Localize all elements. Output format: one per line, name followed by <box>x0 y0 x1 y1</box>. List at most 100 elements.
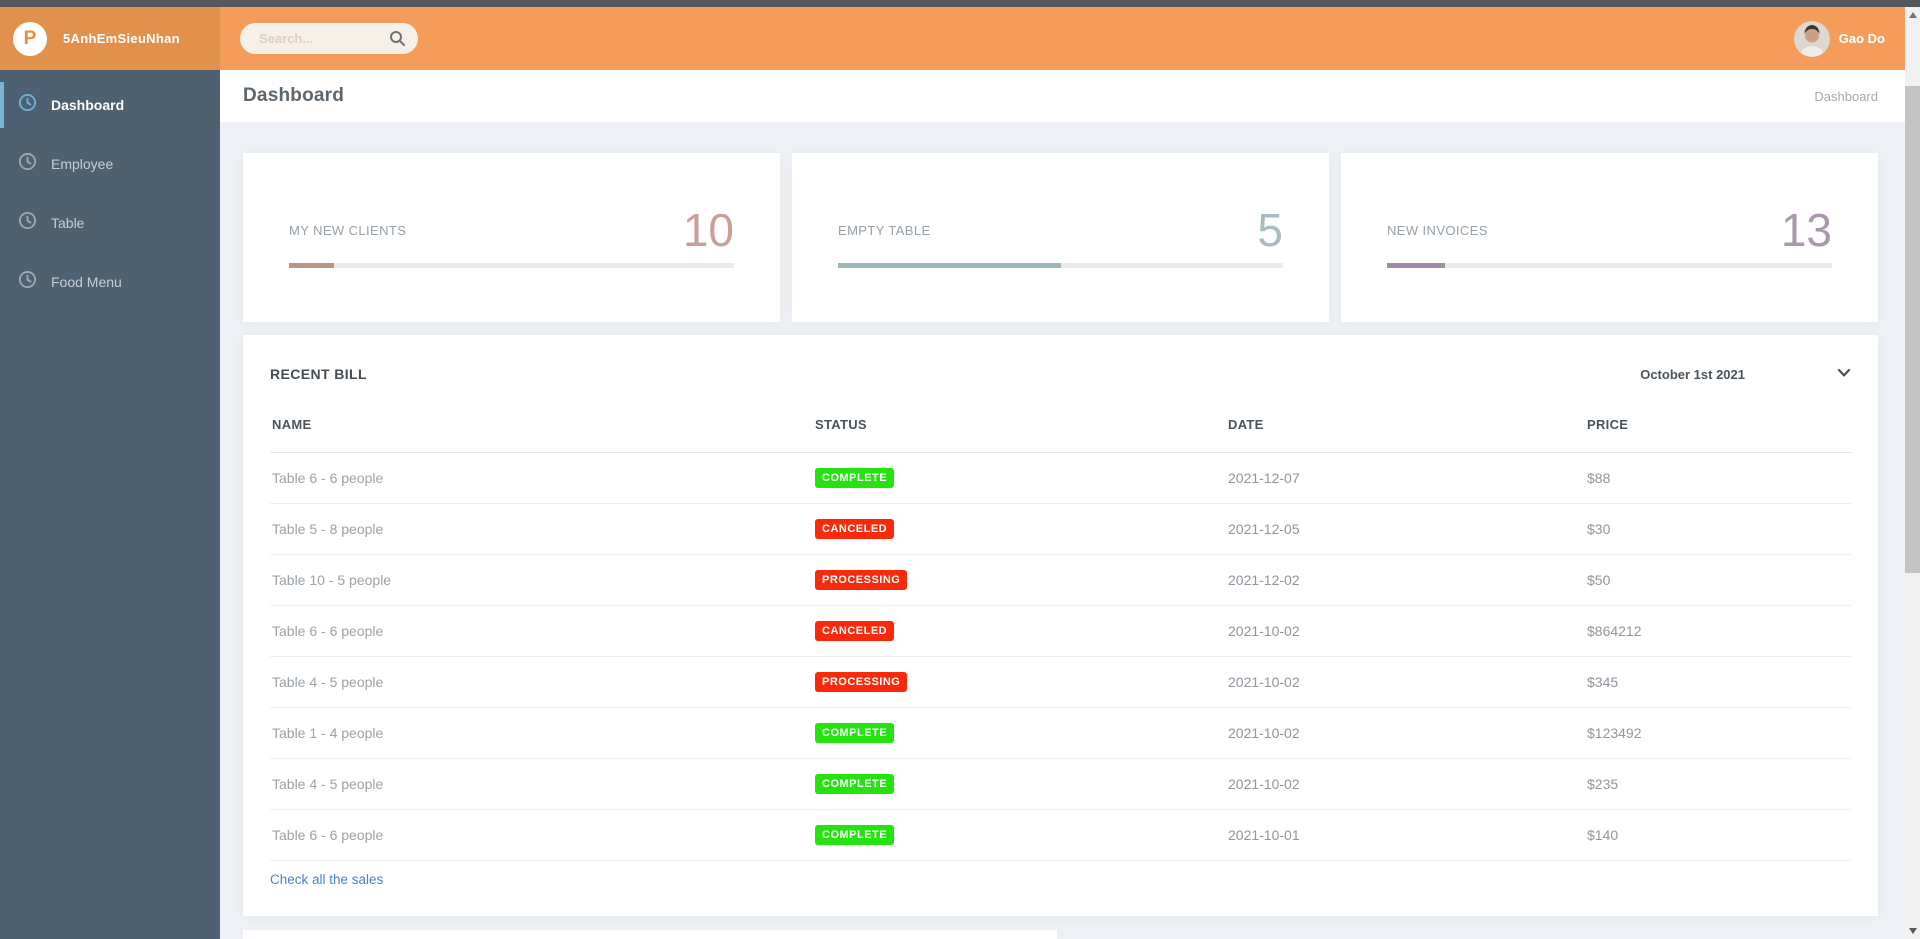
stat-progress-fill <box>1387 263 1445 268</box>
brand-block[interactable]: P 5AnhEmSieuNhan <box>0 7 220 70</box>
status-badge: COMPLETE <box>815 723 895 743</box>
brand-name: 5AnhEmSieuNhan <box>63 31 180 46</box>
bill-price: $864212 <box>1587 623 1642 639</box>
clock-icon <box>18 152 37 176</box>
table-row[interactable]: Table 6 - 6 people COMPLETE 2021-10-01 $… <box>270 810 1851 861</box>
status-badge: COMPLETE <box>815 468 895 488</box>
main-area: Dashboard Dashboard MY NEW CLIENTS 10 EM… <box>220 70 1905 939</box>
bill-date: 2021-10-02 <box>1228 776 1300 792</box>
stat-card: EMPTY TABLE 5 <box>792 153 1329 322</box>
stat-label: EMPTY TABLE <box>838 222 931 238</box>
sidebar-item-label: Dashboard <box>51 97 125 113</box>
status-badge: COMPLETE <box>815 825 895 845</box>
sidebar-item-table[interactable]: Table <box>0 200 220 246</box>
scroll-down-arrow-icon[interactable] <box>1905 923 1920 939</box>
bill-date: 2021-10-02 <box>1228 725 1300 741</box>
table-row[interactable]: Table 6 - 6 people COMPLETE 2021-12-07 $… <box>270 453 1851 504</box>
bill-table-body: Table 6 - 6 people COMPLETE 2021-12-07 $… <box>270 453 1851 861</box>
date-filter-dropdown[interactable]: October 1st 2021 <box>1640 365 1851 383</box>
recent-bill-title: RECENT BILL <box>270 366 367 382</box>
stat-progress-fill <box>838 263 1061 268</box>
stat-card-top: NEW INVOICES 13 <box>1387 207 1832 253</box>
bill-name: Table 4 - 5 people <box>272 674 384 690</box>
bill-name: Table 6 - 6 people <box>272 827 384 843</box>
bill-price: $345 <box>1587 674 1619 690</box>
breadcrumb[interactable]: Dashboard <box>1814 89 1878 104</box>
recent-bill-panel: RECENT BILL October 1st 2021 NAME STATUS… <box>243 335 1878 916</box>
sidebar-item-employee[interactable]: Employee <box>0 141 220 187</box>
topbar: Gao Do <box>220 7 1905 70</box>
page-title: Dashboard <box>243 85 345 106</box>
bill-price: $30 <box>1587 521 1611 537</box>
bill-date: 2021-10-02 <box>1228 623 1300 639</box>
stat-value: 13 <box>1780 204 1832 256</box>
table-row[interactable]: Table 4 - 5 people PROCESSING 2021-10-02… <box>270 657 1851 708</box>
sidebar-item-food-menu[interactable]: Food Menu <box>0 259 220 305</box>
bill-name: Table 5 - 8 people <box>272 521 384 537</box>
stat-value: 5 <box>1257 204 1283 256</box>
bill-date: 2021-12-02 <box>1228 572 1300 588</box>
sidebar-item-label: Table <box>51 215 85 231</box>
sidebar-item-dashboard[interactable]: Dashboard <box>0 82 220 128</box>
stat-card-top: MY NEW CLIENTS 10 <box>289 207 734 253</box>
stat-cards-row: MY NEW CLIENTS 10 EMPTY TABLE 5 NEW INVO… <box>243 153 1878 322</box>
table-row[interactable]: Table 5 - 8 people CANCELED 2021-12-05 $… <box>270 504 1851 555</box>
user-name: Gao Do <box>1838 31 1885 46</box>
col-header-status: STATUS <box>815 417 867 432</box>
clock-icon <box>18 270 37 294</box>
stat-card: MY NEW CLIENTS 10 <box>243 153 780 322</box>
col-header-date: DATE <box>1228 417 1264 432</box>
bill-date: 2021-10-01 <box>1228 827 1300 843</box>
bill-name: Table 6 - 6 people <box>272 470 384 486</box>
bill-name: Table 1 - 4 people <box>272 725 384 741</box>
app-logo: P <box>13 21 47 56</box>
user-menu[interactable]: Gao Do <box>1793 20 1885 57</box>
status-badge: CANCELED <box>815 621 895 641</box>
bill-date: 2021-12-05 <box>1228 521 1300 537</box>
search-icon[interactable] <box>389 30 406 52</box>
stat-progress-track <box>289 263 734 268</box>
bill-table: NAME STATUS DATE PRICE Table 6 - 6 peopl… <box>270 397 1851 861</box>
bill-name: Table 10 - 5 people <box>272 572 392 588</box>
date-filter-value: October 1st 2021 <box>1640 366 1745 382</box>
status-badge: PROCESSING <box>815 672 908 692</box>
search-box <box>240 23 418 54</box>
status-badge: CANCELED <box>815 519 895 539</box>
stat-card-top: EMPTY TABLE 5 <box>838 207 1283 253</box>
app-header: P 5AnhEmSieuNhan Search... Gao Do <box>0 7 1905 70</box>
sidebar-nav: Dashboard Employee Table Food Menu <box>0 70 220 939</box>
bill-price: $140 <box>1587 827 1619 843</box>
stat-card: NEW INVOICES 13 <box>1341 153 1878 322</box>
clock-icon <box>18 211 37 235</box>
sidebar-item-label: Food Menu <box>51 274 122 290</box>
page-scrollbar[interactable] <box>1905 7 1920 939</box>
table-row[interactable]: Table 1 - 4 people COMPLETE 2021-10-02 $… <box>270 708 1851 759</box>
next-panel-partial <box>243 930 1057 939</box>
bill-price: $235 <box>1587 776 1619 792</box>
status-badge: PROCESSING <box>815 570 908 590</box>
stat-progress-track <box>838 263 1283 268</box>
bill-date: 2021-12-07 <box>1228 470 1300 486</box>
col-header-name: NAME <box>272 417 312 432</box>
stat-progress-track <box>1387 263 1832 268</box>
table-row[interactable]: Table 4 - 5 people COMPLETE 2021-10-02 $… <box>270 759 1851 810</box>
clock-icon <box>18 93 37 117</box>
recent-bill-header: RECENT BILL October 1st 2021 <box>243 335 1878 383</box>
scroll-up-arrow-icon[interactable] <box>1905 7 1920 23</box>
bill-name: Table 6 - 6 people <box>272 623 384 639</box>
bill-price: $50 <box>1587 572 1611 588</box>
status-badge: COMPLETE <box>815 774 895 794</box>
bill-price: $123492 <box>1587 725 1642 741</box>
sidebar-item-label: Employee <box>51 156 114 172</box>
bill-date: 2021-10-02 <box>1228 674 1300 690</box>
check-all-sales-link[interactable]: Check all the sales <box>270 872 383 887</box>
table-row[interactable]: Table 6 - 6 people CANCELED 2021-10-02 $… <box>270 606 1851 657</box>
table-row[interactable]: Table 10 - 5 people PROCESSING 2021-12-0… <box>270 555 1851 606</box>
page-header: Dashboard Dashboard <box>220 70 1905 122</box>
chevron-down-icon <box>1837 365 1851 383</box>
avatar <box>1793 20 1830 57</box>
scrollbar-thumb[interactable] <box>1905 86 1920 573</box>
logo-letter: P <box>23 27 37 49</box>
bill-table-header: NAME STATUS DATE PRICE <box>270 397 1851 453</box>
stat-progress-fill <box>289 263 334 268</box>
